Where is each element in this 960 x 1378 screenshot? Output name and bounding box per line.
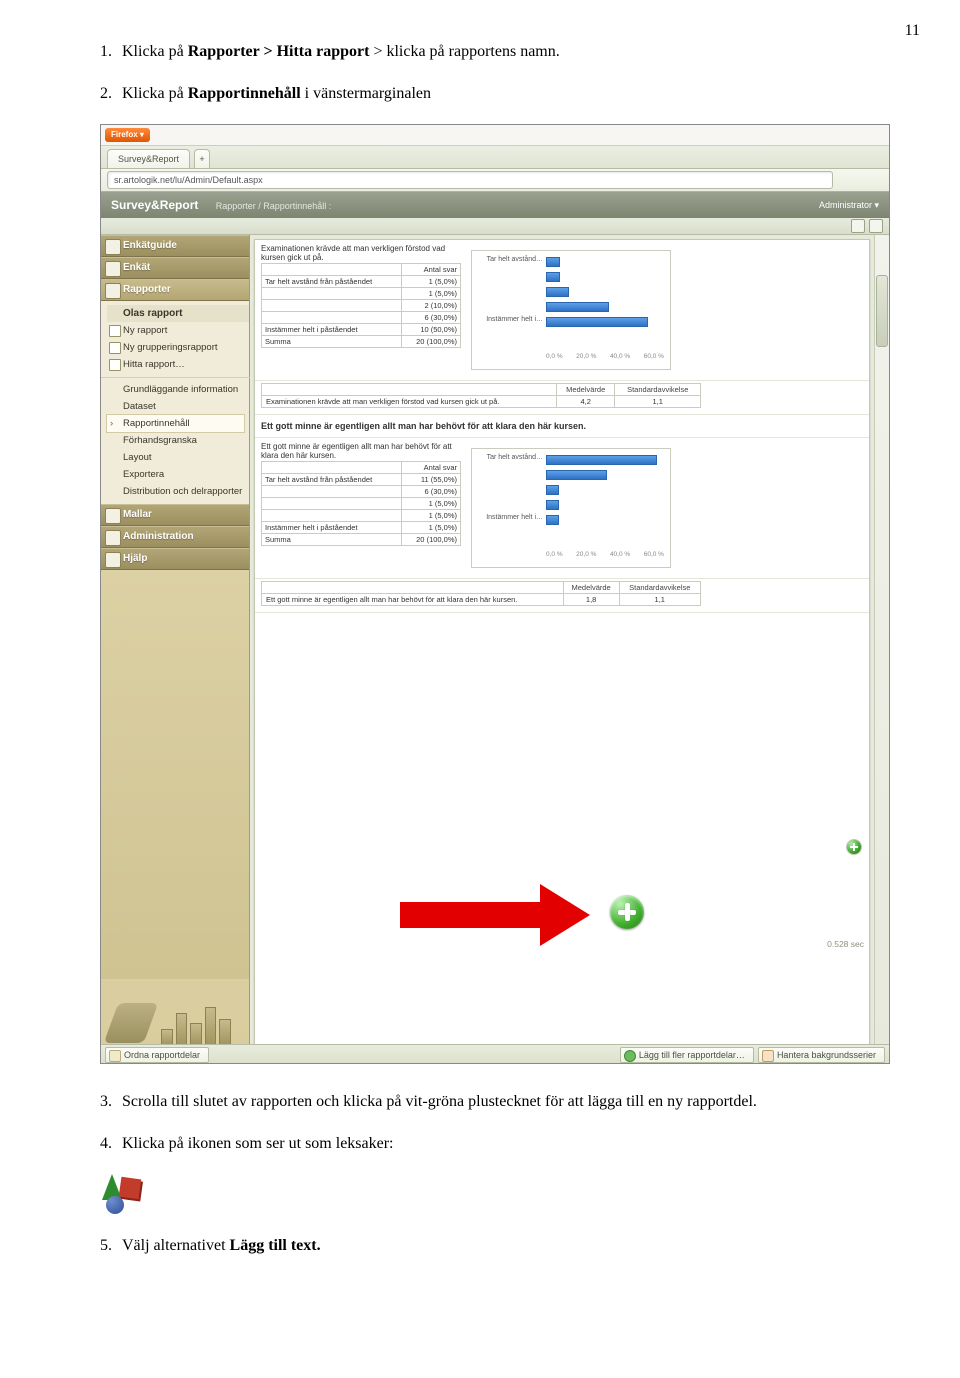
browser-tab[interactable]: Survey&Report xyxy=(107,149,190,168)
sidebar-item-mallar[interactable]: Mallar xyxy=(101,504,249,526)
sidebar-item-admin[interactable]: Administration xyxy=(101,526,249,548)
step-2: 2.Klicka på Rapportinnehåll i vänstermar… xyxy=(100,82,890,106)
toys-icon xyxy=(100,1174,142,1214)
add-section-button[interactable] xyxy=(610,895,644,929)
sidebar: Enkätguide Enkät Rapporter Olas rapport … xyxy=(101,235,250,1049)
mini-add-button[interactable] xyxy=(847,840,861,854)
report-block-1: Examinationen krävde att man verkligen f… xyxy=(255,240,869,381)
q2-text: Ett gott minne är egentligen allt man ha… xyxy=(261,442,461,460)
firefox-bar: Firefox ▾ xyxy=(101,125,889,146)
app-header: Survey&Report Rapporter / Rapportinnehål… xyxy=(101,192,889,218)
sidebar-item-grund[interactable]: Grundläggande information xyxy=(107,381,249,398)
new-tab-button[interactable]: + xyxy=(194,149,210,168)
attention-arrow xyxy=(400,884,600,944)
breadcrumb: Rapporter / Rapportinnehåll : xyxy=(216,201,332,211)
step-3: 3.Scrolla till slutet av rapporten och k… xyxy=(100,1090,890,1114)
ordna-button[interactable]: Ordna rapportdelar xyxy=(105,1047,209,1063)
sidebar-item-dataset[interactable]: Dataset xyxy=(107,398,249,415)
sidebar-item-dist[interactable]: Distribution och delrapporter xyxy=(107,483,249,500)
step-4: 4.Klicka på ikonen som ser ut som leksak… xyxy=(100,1132,890,1156)
lagg-till-button[interactable]: Lägg till fler rapportdelar… xyxy=(620,1047,754,1063)
sidebar-item-rapporter[interactable]: Rapporter xyxy=(101,279,249,301)
q2-title: Ett gott minne är egentligen allt man ha… xyxy=(255,415,869,438)
sidebar-item-forh[interactable]: Förhandsgranska xyxy=(107,432,249,449)
sidebar-item-ny-grupp[interactable]: Ny grupperingsrapport xyxy=(107,339,249,356)
sidebar-item-ny-rapport[interactable]: Ny rapport xyxy=(107,322,249,339)
help-icon[interactable] xyxy=(851,219,865,233)
sidebar-item-hjalp[interactable]: Hjälp xyxy=(101,548,249,570)
screenshot: Firefox ▾ Survey&Report + sr.artologik.n… xyxy=(100,124,890,1064)
report-block-2: Ett gott minne är egentligen allt man ha… xyxy=(255,438,869,579)
firefox-button[interactable]: Firefox ▾ xyxy=(105,128,150,142)
q1-chart: Tar helt avstånd… Instämmer helt i… 0,0 … xyxy=(471,250,671,370)
toolbar xyxy=(101,218,889,235)
content-area: Examinationen krävde att man verkligen f… xyxy=(250,235,874,1049)
sidebar-item-enkat[interactable]: Enkät xyxy=(101,257,249,279)
sidebar-item-hitta[interactable]: Hitta rapport… xyxy=(107,356,249,373)
sidebar-submenu: Olas rapport Ny rapport Ny grupperingsra… xyxy=(101,301,249,504)
bottom-toolbar: Ordna rapportdelar Lägg till fler rappor… xyxy=(101,1044,889,1063)
sidebar-report-owner: Olas rapport xyxy=(107,305,249,322)
sidebar-item-layout[interactable]: Layout xyxy=(107,449,249,466)
q1-stats: MedelvärdeStandardavvikelse Examinatione… xyxy=(255,381,869,415)
decorative-charts xyxy=(101,979,249,1049)
address-bar: sr.artologik.net/lu/Admin/Default.aspx xyxy=(101,169,889,192)
url-input[interactable]: sr.artologik.net/lu/Admin/Default.aspx xyxy=(107,171,833,189)
browser-tabbar: Survey&Report + xyxy=(101,146,889,169)
sidebar-item-enkatguide[interactable]: Enkätguide xyxy=(101,235,249,257)
sidebar-item-export[interactable]: Exportera xyxy=(107,466,249,483)
q2-table: Antal svar Tar helt avstånd från påståen… xyxy=(261,461,461,546)
panel-icon[interactable] xyxy=(869,219,883,233)
q1-text: Examinationen krävde att man verkligen f… xyxy=(261,244,461,262)
q2-stats: MedelvärdeStandardavvikelse Ett gott min… xyxy=(255,579,869,613)
scrollbar[interactable] xyxy=(874,235,889,1049)
user-menu[interactable]: Administrator ▾ xyxy=(819,200,879,211)
step-5: 5.Välj alternativet Lägg till text. xyxy=(100,1234,890,1258)
hantera-button[interactable]: Hantera bakgrundsserier xyxy=(758,1047,885,1063)
step-1: 1.Klicka på Rapporter > Hitta rapport > … xyxy=(100,40,890,64)
page-number: 11 xyxy=(905,22,920,40)
q1-table: Antal svar Tar helt avstånd från påståen… xyxy=(261,263,461,348)
load-time: 0.528 sec xyxy=(827,939,864,949)
sidebar-item-innehall[interactable]: Rapportinnehåll xyxy=(106,414,245,433)
q2-chart: Tar helt avstånd… Instämmer helt i… 0,0 … xyxy=(471,448,671,568)
app-title: Survey&Report xyxy=(111,198,198,212)
